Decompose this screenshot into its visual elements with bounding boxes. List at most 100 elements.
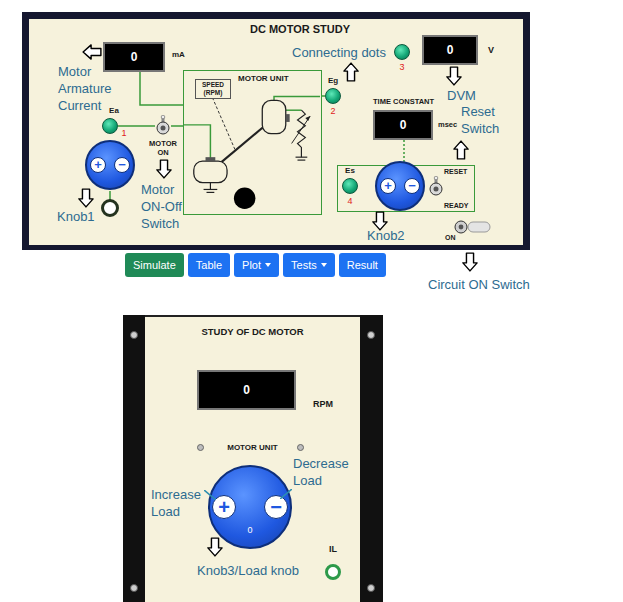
decrease-button[interactable]: − bbox=[404, 178, 420, 194]
arrow-up-icon bbox=[343, 62, 359, 82]
load-panel: STUDY OF DC MOTOR 0 RPM MOTOR UNIT + − 0… bbox=[123, 315, 383, 602]
field-knob[interactable]: + − bbox=[375, 161, 425, 211]
terminal-label: Eg bbox=[325, 76, 341, 86]
panel-title: DC MOTOR STUDY bbox=[250, 23, 350, 35]
armature-current-display: 0 bbox=[103, 42, 165, 72]
speed-label: SPEED bbox=[196, 81, 230, 89]
arrow-up-icon bbox=[453, 140, 469, 160]
screw-icon bbox=[367, 584, 375, 592]
terminal-number: 3 bbox=[394, 62, 410, 72]
knob-reading: 0 bbox=[210, 525, 290, 535]
time-constant-display: 0 bbox=[373, 110, 433, 140]
arrow-down-icon bbox=[207, 537, 223, 557]
button-label: Plot bbox=[242, 259, 261, 271]
increase-button[interactable]: + bbox=[90, 157, 106, 173]
panel-title: STUDY OF DC MOTOR bbox=[145, 326, 360, 337]
dot[interactable] bbox=[342, 178, 358, 194]
switch-label: ON bbox=[445, 233, 456, 243]
time-constant-label: TIME CONSTANT bbox=[373, 97, 434, 107]
arrow-down-icon bbox=[78, 188, 94, 208]
dc-motor-study-panel: DC MOTOR STUDY 0 mA Ea 1 Eg 2 3 Es 4 MOT… bbox=[22, 12, 530, 250]
display-value: 0 bbox=[131, 50, 138, 64]
unit-label: RPM bbox=[313, 399, 333, 409]
annotation-label: Decrease Load bbox=[293, 455, 355, 489]
terminal-ring[interactable] bbox=[325, 564, 341, 580]
annotation-layer: Motor Armature Current Knob1 Motor ON-Of… bbox=[0, 0, 623, 602]
pointer-line bbox=[280, 489, 292, 499]
unit-label: mA bbox=[172, 50, 185, 60]
unit-label: msec bbox=[438, 120, 457, 130]
increase-button[interactable]: + bbox=[212, 495, 236, 519]
speed-label-box: SPEED(RPM) bbox=[195, 79, 231, 99]
load-panel-body: STUDY OF DC MOTOR 0 RPM MOTOR UNIT + − 0… bbox=[145, 315, 360, 602]
motor-unit-title: MOTOR UNIT bbox=[238, 74, 289, 83]
decrease-button[interactable]: − bbox=[114, 157, 130, 173]
toolbar-button[interactable]: Plot bbox=[234, 253, 279, 277]
connecting-dot[interactable]: Ea 1 bbox=[102, 118, 118, 134]
indicator-lamp bbox=[297, 444, 304, 451]
annotation-label: Increase Load bbox=[151, 486, 207, 520]
speed-label: (RPM) bbox=[196, 89, 230, 97]
terminal-number: 4 bbox=[342, 196, 358, 206]
screw-icon bbox=[130, 331, 138, 339]
button-label: Table bbox=[196, 259, 222, 271]
dot[interactable] bbox=[325, 88, 341, 104]
dvm-display: 0 bbox=[422, 35, 478, 65]
circuit-switch[interactable] bbox=[454, 220, 492, 234]
toolbar-button[interactable]: Simulate bbox=[125, 253, 184, 277]
dot[interactable] bbox=[102, 118, 118, 134]
reset-switch[interactable] bbox=[428, 176, 444, 198]
dot[interactable] bbox=[394, 44, 410, 60]
annotation-label: Knob1 bbox=[57, 208, 95, 225]
indicator-lamp bbox=[197, 444, 204, 451]
connecting-dot[interactable]: Es 4 bbox=[342, 178, 358, 194]
increase-button[interactable]: + bbox=[380, 178, 396, 194]
pointer-line bbox=[204, 490, 216, 500]
terminal-label: IL bbox=[329, 544, 337, 554]
display-value: 0 bbox=[243, 383, 250, 397]
unit-label: V bbox=[488, 45, 494, 55]
terminal-ring bbox=[101, 199, 119, 217]
annotation-label: Reset Switch bbox=[461, 103, 507, 137]
switch-label: MOTORON bbox=[143, 139, 183, 157]
arrow-down-icon bbox=[372, 211, 388, 231]
decrease-button[interactable]: − bbox=[264, 495, 288, 519]
dc-motor-lab: DC MOTOR STUDY 0 mA Ea 1 Eg 2 3 Es 4 MOT… bbox=[0, 0, 623, 602]
motor-unit: MOTOR UNIT SPEED(RPM) bbox=[183, 70, 322, 215]
toolbar-button[interactable]: Tests bbox=[283, 253, 335, 277]
load-knob[interactable]: + − 0 bbox=[208, 465, 292, 549]
button-label: Result bbox=[347, 259, 378, 271]
motor-switch[interactable] bbox=[155, 115, 171, 137]
caret-icon bbox=[265, 263, 271, 267]
panel-side-bar bbox=[123, 315, 145, 602]
caret-icon bbox=[321, 263, 327, 267]
armature-knob[interactable]: + − bbox=[85, 140, 135, 190]
annotation-label: Knob3/Load knob bbox=[197, 562, 299, 579]
toolbar-button[interactable]: Table bbox=[188, 253, 230, 277]
arrow-down-icon bbox=[446, 66, 462, 86]
screw-icon bbox=[367, 331, 375, 339]
arrow-left-icon bbox=[82, 44, 102, 60]
annotation-label: DVM bbox=[447, 87, 476, 104]
toolbar: Simulate Table Plot Tests Result bbox=[125, 253, 623, 277]
switch-label: RESET bbox=[444, 167, 467, 177]
arrow-down-icon bbox=[156, 159, 172, 179]
connecting-dot[interactable]: 3 bbox=[394, 44, 410, 60]
switch-label: READY bbox=[444, 201, 469, 211]
terminal-label: Es bbox=[342, 166, 358, 176]
switch-label-line: ON bbox=[143, 148, 183, 157]
terminal-label: Ea bbox=[106, 106, 122, 116]
display-value: 0 bbox=[447, 43, 454, 57]
annotation-label: Circuit ON Switch bbox=[428, 276, 530, 293]
button-label: Simulate bbox=[133, 259, 176, 271]
button-label: Tests bbox=[291, 259, 317, 271]
rpm-display: 0 bbox=[197, 370, 296, 410]
screw-icon bbox=[130, 584, 138, 592]
annotation-label: Connecting dots bbox=[292, 44, 386, 61]
connecting-dot[interactable]: Eg 2 bbox=[325, 88, 341, 104]
annotation-label: Knob2 bbox=[367, 228, 405, 243]
terminal-number: 2 bbox=[325, 106, 341, 116]
toolbar-button[interactable]: Result bbox=[339, 253, 386, 277]
terminal-number: 1 bbox=[116, 128, 132, 138]
switch-label-line: MOTOR bbox=[143, 139, 183, 148]
